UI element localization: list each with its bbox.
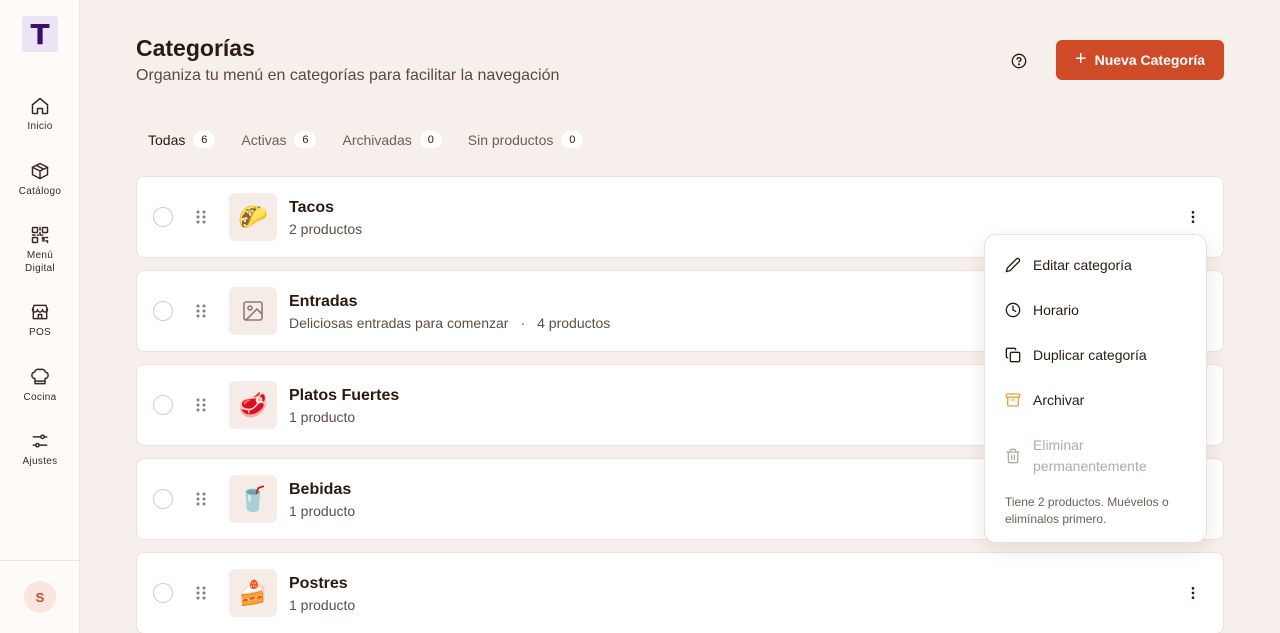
delete-disabled-note: Tiene 2 productos. Muévelos o elimínalos… (1005, 495, 1169, 526)
category-meta: 1 producto (289, 409, 355, 425)
more-options-button[interactable] (1183, 207, 1203, 227)
category-meta: 1 producto (289, 503, 355, 519)
sidebar-item-label: Catálogo (18, 186, 62, 197)
tab-todas[interactable]: Todas 6 (148, 131, 216, 148)
chef-hat-icon (31, 368, 49, 385)
category-thumbnail: 🥩 (229, 381, 277, 429)
sidebar-item-catalogo[interactable]: Catálogo (0, 161, 80, 198)
archive-icon (1005, 393, 1021, 407)
category-name: Postres (289, 575, 348, 592)
help-button[interactable] (1009, 51, 1029, 71)
category-row[interactable]: 🍰 Postres 1 producto (136, 552, 1224, 633)
menu-item-label: Archivar (1033, 392, 1085, 408)
tab-label: Activas (241, 131, 287, 148)
trash-icon (1006, 448, 1020, 464)
menu-item-label: Eliminar permanentemente (1033, 437, 1147, 474)
tab-count-badge: 0 (561, 131, 584, 148)
sidebar-item-label: Menú Digital (25, 250, 55, 274)
drag-handle-icon[interactable] (195, 303, 207, 319)
row-select-checkbox[interactable] (153, 301, 173, 321)
sidebar: T Inicio Catálogo Menú Digital POS Cocin… (0, 0, 80, 633)
more-options-button[interactable] (1183, 583, 1203, 603)
avatar[interactable]: S (24, 581, 56, 613)
meta-separator: · (520, 315, 526, 331)
menu-item-archive[interactable]: Archivar (1005, 392, 1084, 408)
home-icon (31, 97, 49, 115)
product-count: 1 producto (289, 409, 356, 425)
page-subtitle: Organiza tu menú en categorías para faci… (136, 67, 560, 84)
tab-count-badge: 6 (193, 131, 216, 148)
tab-count-badge: 6 (294, 131, 317, 148)
clock-icon (1005, 302, 1021, 318)
product-count: 1 producto (289, 503, 356, 519)
menu-item-schedule[interactable]: Horario (1005, 302, 1079, 318)
row-select-checkbox[interactable] (153, 489, 173, 509)
tab-count-badge: 0 (419, 131, 442, 148)
row-select-checkbox[interactable] (153, 583, 173, 603)
category-thumbnail: 🥤 (229, 475, 277, 523)
new-category-button-label: Nueva Categoría (1094, 52, 1206, 68)
sidebar-item-label: POS (28, 327, 52, 338)
sidebar-item-pos[interactable]: POS (0, 302, 80, 339)
row-select-checkbox[interactable] (153, 395, 173, 415)
store-icon (31, 304, 49, 320)
category-name: Bebidas (289, 481, 352, 498)
menu-item-delete-permanently: Eliminar permanentemente (1005, 435, 1183, 477)
copy-icon (1005, 347, 1021, 363)
tab-label: Archivadas (342, 131, 412, 148)
tab-archivadas[interactable]: Archivadas 0 (342, 131, 442, 148)
image-placeholder-icon (243, 301, 263, 321)
drag-handle-icon[interactable] (195, 397, 207, 413)
category-meta: 2 productos (289, 221, 362, 237)
tab-label: Todas (148, 131, 186, 148)
tab-label: Sin productos (467, 131, 554, 148)
category-description: Deliciosas entradas para comenzar (289, 315, 509, 331)
sidebar-item-label: Inicio (27, 121, 53, 132)
sidebar-item-cocina[interactable]: Cocina (0, 367, 80, 404)
category-name: Tacos (289, 199, 335, 216)
sidebar-item-label: Cocina (23, 392, 57, 403)
category-meta: 1 producto (289, 597, 355, 613)
page-title: Categorías (136, 35, 255, 61)
row-select-checkbox[interactable] (153, 207, 173, 227)
product-count: 2 productos (289, 221, 363, 237)
menu-item-edit[interactable]: Editar categoría (1005, 257, 1132, 273)
qr-code-icon (31, 226, 49, 244)
help-circle-icon (1011, 53, 1027, 69)
sliders-icon (32, 434, 48, 448)
drag-handle-icon[interactable] (195, 585, 207, 601)
more-vertical-icon (1191, 211, 1195, 223)
more-vertical-icon (1191, 587, 1195, 599)
category-meta: Deliciosas entradas para comenzar · 4 prod… (289, 315, 610, 331)
sidebar-item-menu-digital[interactable]: Menú Digital (0, 225, 80, 275)
menu-item-label: Editar categoría (1033, 257, 1132, 273)
product-count: 4 productos (537, 315, 611, 331)
category-context-menu: Editar categoría Horario Duplicar catego… (984, 234, 1207, 543)
drag-handle-icon[interactable] (195, 491, 207, 507)
app-logo[interactable]: T (22, 16, 58, 52)
category-thumbnail: 🌮 (229, 193, 277, 241)
menu-item-duplicate[interactable]: Duplicar categoría (1005, 347, 1147, 363)
tab-sin-productos[interactable]: Sin productos 0 (468, 131, 584, 148)
sidebar-divider (0, 560, 80, 561)
menu-item-label: Duplicar categoría (1033, 347, 1147, 363)
pencil-icon (1005, 257, 1021, 273)
drag-handle-icon[interactable] (195, 209, 207, 225)
category-name: Platos Fuertes (289, 387, 400, 404)
box-icon (31, 162, 49, 180)
category-thumbnail (229, 287, 277, 335)
sidebar-item-label: Ajustes (22, 456, 58, 467)
sidebar-item-inicio[interactable]: Inicio (0, 96, 80, 133)
sidebar-item-ajustes[interactable]: Ajustes (0, 431, 80, 468)
plus-icon: + (1074, 48, 1087, 70)
new-category-button[interactable]: + Nueva Categoría (1056, 40, 1224, 80)
product-count: 1 producto (289, 597, 356, 613)
category-thumbnail: 🍰 (229, 569, 277, 617)
category-name: Entradas (289, 293, 358, 310)
filter-tabs: Todas 6 Activas 6 Archivadas 0 Sin produ… (148, 131, 609, 148)
tab-activas[interactable]: Activas 6 (241, 131, 317, 148)
menu-item-label: Horario (1033, 302, 1079, 318)
